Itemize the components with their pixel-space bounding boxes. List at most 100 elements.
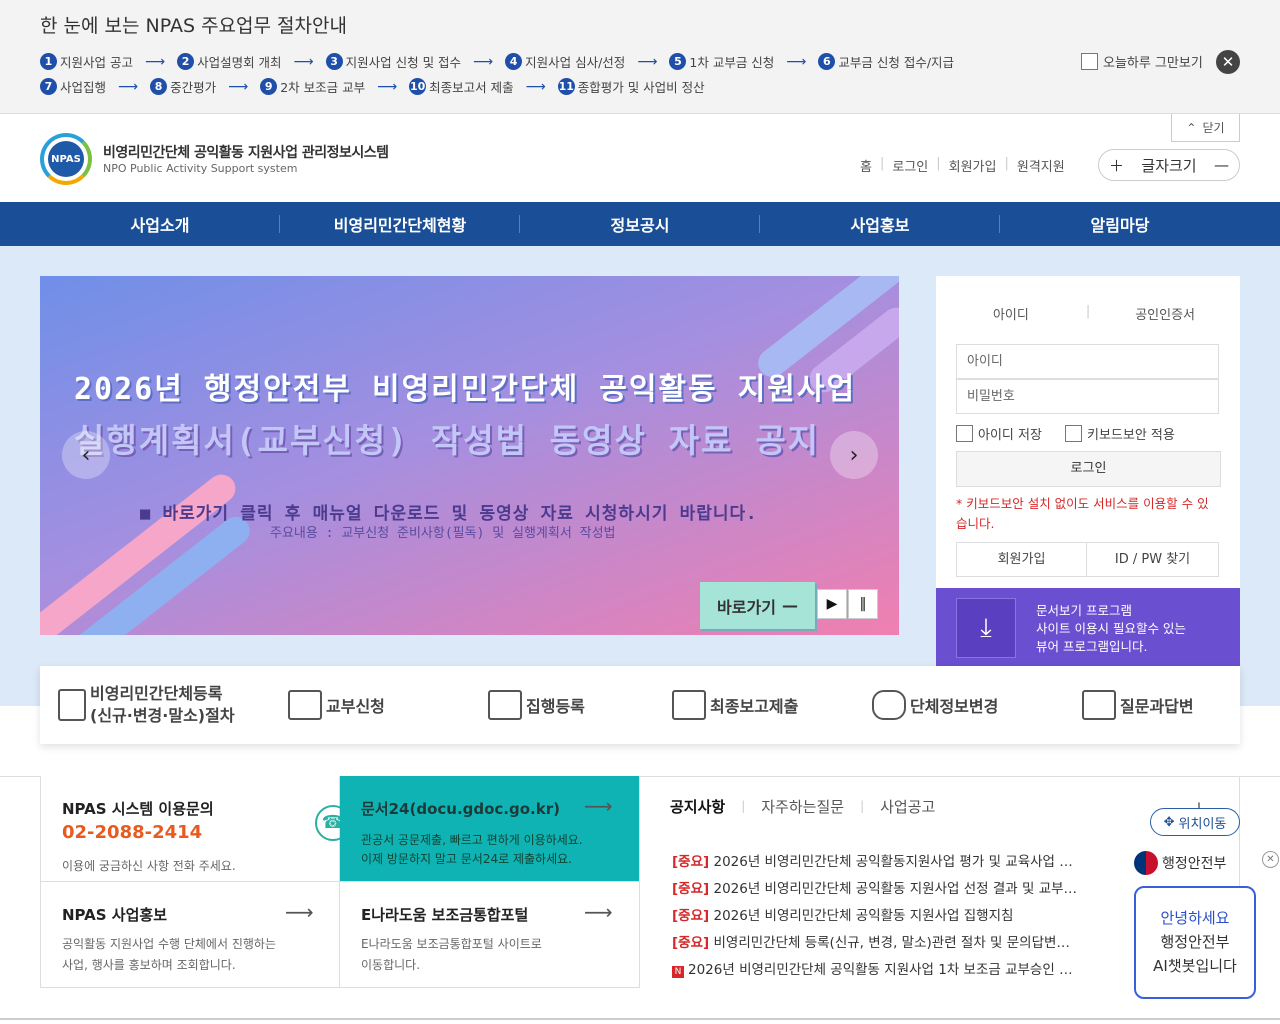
join-button[interactable]: 회원가입: [956, 542, 1087, 577]
notice-item[interactable]: [중요] 비영리민간단체 등록(신규, 변경, 말소)관련 절차 및 문의답변…: [672, 931, 1092, 951]
notice-item[interactable]: [중요] 2026년 비영리민간단체 공익활동 지원사업 집행지침: [672, 904, 1092, 924]
font-size-control: ＋ 글자크기 —: [1098, 149, 1240, 181]
remote-support-link[interactable]: 원격지원: [1017, 156, 1065, 175]
banner-detail: 주요내용 : 교부신청 준비사항(필독) 및 실행계획서 작성법: [270, 526, 616, 541]
step-11[interactable]: 11 종합평가 및 사업비 정산: [557, 77, 705, 96]
close-icon[interactable]: ✕: [1216, 50, 1240, 74]
arrow-icon: ⟶: [228, 78, 249, 95]
arrow-icon: ⟶: [473, 53, 494, 70]
chevron-up-icon: ⌃: [1186, 120, 1197, 135]
notice-item[interactable]: [중요] 2026년 비영리민간단체 공익활동지원사업 평가 및 교육사업 …: [672, 850, 1092, 870]
notice-item[interactable]: N 2026년 비영리민간단체 공익활동 지원사업 1차 보조금 교부승인 …: [672, 958, 1092, 978]
step-7[interactable]: 7 사업집행: [40, 77, 106, 96]
arrow-right-icon: ⟶: [584, 794, 613, 818]
nav-notice-board[interactable]: 알림마당: [1000, 202, 1240, 246]
quick-execution-register[interactable]: 집행등록: [488, 690, 585, 720]
login-panel: 아이디 | 공인인증서 아이디 비밀번호 아이디 저장 키보드보안 적용 로그인…: [936, 276, 1240, 588]
contact-card: NPAS 시스템 이용문의 02-2088-2414 이용에 궁금하신 사항 전…: [40, 776, 351, 882]
quick-menu: 비영리민간단체등록 (신규·변경·말소)절차 교부신청 집행등록 최종보고제출 단…: [40, 666, 1240, 744]
close-icon[interactable]: ✕: [1262, 851, 1279, 868]
monitor-chart-icon: [288, 690, 322, 720]
id-input[interactable]: 아이디: [956, 344, 1219, 379]
step-3[interactable]: 3 지원사업 신청 및 접수: [325, 52, 461, 71]
arrow-icon: ⟶: [377, 78, 398, 95]
guide-steps-row2: 7 사업집행 ⟶ 8 중간평가 ⟶ 9 2차 보조금 교부 ⟶ 10 최종보고서 제출 ⟶ 11…: [40, 77, 705, 96]
font-decrease-button[interactable]: —: [1214, 156, 1229, 174]
new-badge: N: [672, 966, 684, 978]
guide-steps-row1: 1 지원사업 공고 ⟶ 2 사업설명회 개최 ⟶ 3 지원사업 신청 및 접수 ⟶ 4 지원사…: [40, 52, 954, 71]
keyboard-security-notice: * 키보드보안 설치 없이도 서비스를 이용할 수 있습니다.: [956, 496, 1209, 531]
checkbox-icon: [956, 425, 973, 442]
quick-npo-register[interactable]: 비영리민간단체등록 (신규·변경·말소)절차: [58, 683, 235, 727]
contact-phone: 02-2088-2414: [62, 822, 203, 843]
banner-go-button[interactable]: 바로가기 —: [700, 582, 815, 629]
tab-faq[interactable]: 자주하는질문: [761, 796, 844, 817]
site-title[interactable]: 비영리민간단체 공익활동 지원사업 관리정보시스템: [103, 142, 389, 162]
banner-prev-button[interactable]: ‹: [62, 431, 110, 479]
keyboard-icon: [488, 690, 522, 720]
tab-notice[interactable]: 공지사항: [670, 796, 725, 817]
login-button[interactable]: 로그인: [956, 451, 1221, 487]
checkbox-icon[interactable]: [1081, 53, 1098, 70]
notice-item[interactable]: [중요] 2026년 비영리민간단체 공익활동 지원사업 선정 결과 및 교부…: [672, 877, 1092, 897]
site-subtitle: NPO Public Activity Support system: [103, 162, 298, 175]
position-move-button[interactable]: ✥ 위치이동: [1150, 808, 1240, 836]
guide-title: 한 눈에 보는 NPAS 주요업무 절차안내: [40, 15, 347, 37]
enara-card[interactable]: E나라도움 보조금통합포털 E나라도움 보조금통합포털 사이트로 이동합니다. …: [340, 882, 640, 988]
document-edit-icon: [58, 689, 86, 721]
save-id-checkbox[interactable]: 아이디 저장: [956, 424, 1042, 443]
arrow-icon: ⟶: [637, 53, 658, 70]
quick-qna[interactable]: 질문과답변: [1082, 690, 1194, 720]
arrow-icon: ⟶: [118, 78, 139, 95]
pause-icon[interactable]: ‖: [848, 589, 878, 619]
arrow-right-icon: ⟶: [285, 900, 314, 924]
tab-id-login[interactable]: 아이디: [936, 304, 1086, 323]
promotion-card[interactable]: NPAS 사업홍보 공익활동 지원사업 수행 단체에서 진행하는 사업, 행사를…: [40, 882, 340, 988]
quick-grant-apply[interactable]: 교부신청: [288, 690, 385, 720]
step-1[interactable]: 1 지원사업 공고: [40, 52, 133, 71]
login-link[interactable]: 로그인: [892, 156, 928, 175]
nav-promotion[interactable]: 사업홍보: [760, 202, 1000, 246]
guide-close-button[interactable]: ⌃ 닫기: [1171, 114, 1240, 142]
doc-viewer-download[interactable]: ⤓ 문서보기 프로그램 사이트 이용시 필요할수 있는 뷰어 프로그램입니다.: [936, 588, 1240, 666]
step-5[interactable]: 5 1차 교부금 신청: [669, 52, 774, 71]
procedure-guide: 한 눈에 보는 NPAS 주요업무 절차안내 1 지원사업 공고 ⟶ 2 사업설명회 …: [0, 0, 1280, 114]
site-logo[interactable]: NPAS: [40, 133, 92, 185]
step-4[interactable]: 4 지원사업 심사/선정: [505, 52, 625, 71]
tab-business-notice[interactable]: 사업공고: [880, 796, 935, 817]
home-link[interactable]: 홈: [860, 156, 872, 175]
join-link[interactable]: 회원가입: [949, 156, 997, 175]
arrow-icon: ⟶: [786, 53, 807, 70]
doc24-card[interactable]: 문서24(docu.gdoc.go.kr) 관공서 공문제출, 빠르고 편하게 …: [340, 776, 640, 882]
play-icon[interactable]: ▶: [817, 589, 847, 619]
utility-links: 홈 | 로그인 | 회원가입 | 원격지원: [860, 156, 1065, 175]
list-icon: [672, 690, 706, 720]
find-id-pw-button[interactable]: ID / PW 찾기: [1086, 542, 1219, 577]
keyboard-security-checkbox[interactable]: 키보드보안 적용: [1065, 424, 1175, 443]
step-6[interactable]: 6 교부금 신청 접수/지급: [818, 52, 954, 71]
banner-text: ■ 바로가기 클릭 후 매뉴얼 다운로드 및 동영상 자료 시청하시기 바랍니다…: [140, 504, 758, 524]
quick-org-info-change[interactable]: 단체정보변경: [872, 690, 998, 720]
nav-disclosure[interactable]: 정보공시: [520, 202, 760, 246]
font-increase-button[interactable]: ＋: [1109, 155, 1124, 176]
quick-final-report[interactable]: 최종보고제출: [672, 690, 798, 720]
step-10[interactable]: 10 최종보고서 제출: [409, 77, 514, 96]
tab-cert-login[interactable]: 공인인증서: [1090, 304, 1240, 323]
mois-logo-icon: [1134, 851, 1158, 875]
mois-badge[interactable]: 행정안전부: [1134, 851, 1226, 875]
nav-npo-status[interactable]: 비영리민간단체현황: [280, 202, 520, 246]
step-2[interactable]: 2 사업설명회 개최: [177, 52, 282, 71]
hide-today-checkbox[interactable]: 오늘하루 그만보기: [1081, 52, 1203, 71]
banner-next-button[interactable]: ›: [830, 431, 878, 479]
arrow-icon: ⟶: [525, 78, 546, 95]
step-9[interactable]: 9 2차 보조금 교부: [260, 77, 365, 96]
step-8[interactable]: 8 중간평가: [150, 77, 216, 96]
banner-subtitle: 실행계획서(교부신청) 작성법 동영상 자료 공지: [74, 421, 821, 460]
banner-title: 2026년 행정안전부 비영리민간단체 공익활동 지원사업: [74, 372, 857, 407]
checkbox-icon: [1065, 425, 1082, 442]
main-banner[interactable]: 2026년 행정안전부 비영리민간단체 공익활동 지원사업 실행계획서(교부신청…: [40, 276, 899, 635]
password-input[interactable]: 비밀번호: [956, 379, 1219, 414]
chat-icon: [1082, 690, 1116, 720]
ai-chatbot-button[interactable]: 안녕하세요 행정안전부 AI챗봇입니다: [1134, 886, 1256, 999]
nav-business-intro[interactable]: 사업소개: [40, 202, 280, 246]
